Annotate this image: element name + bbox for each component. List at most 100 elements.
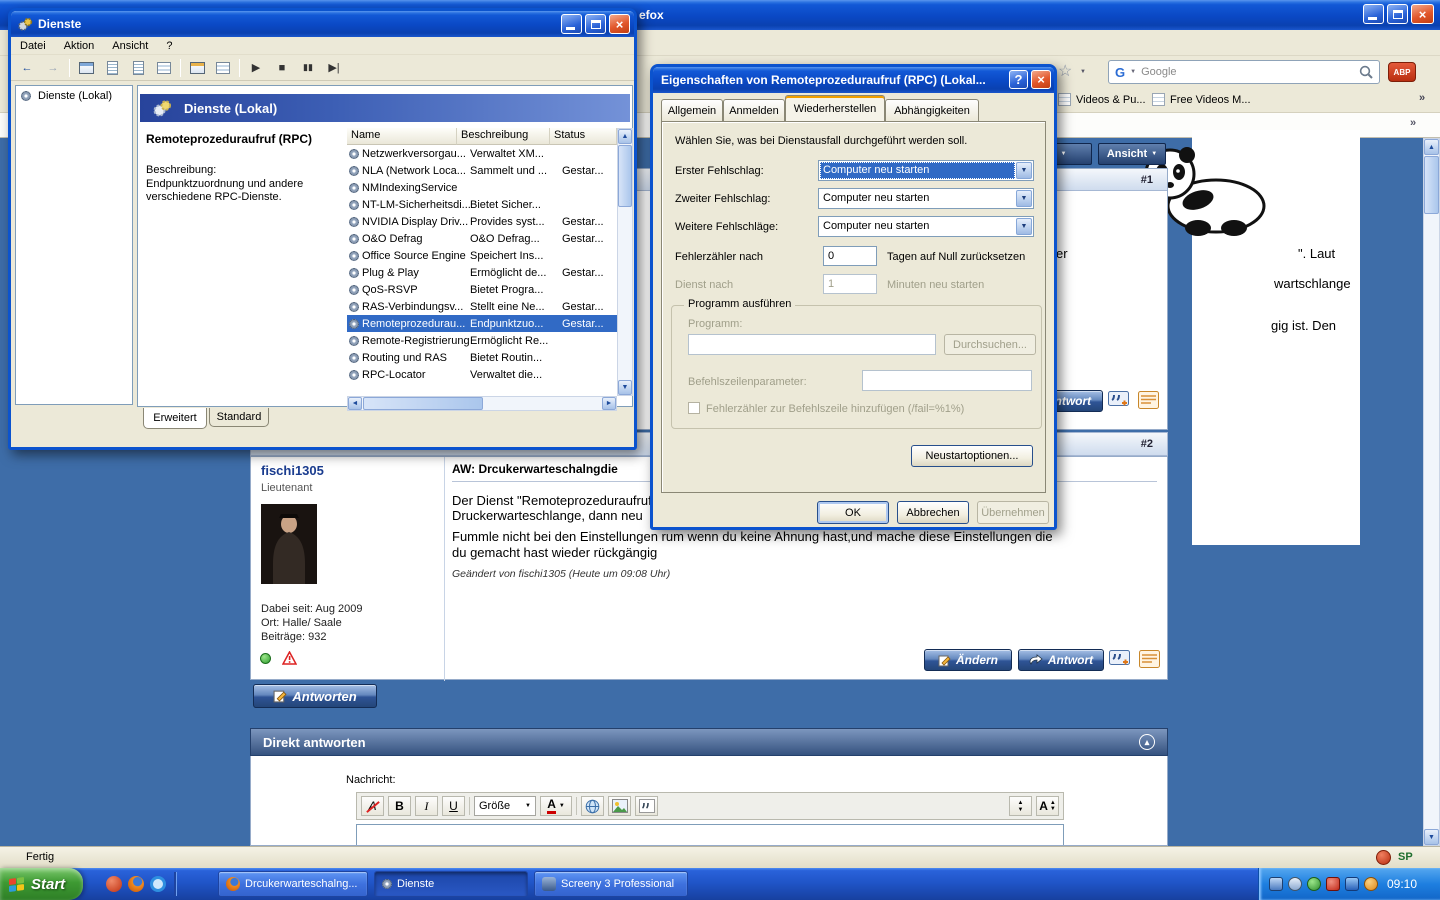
- column-header-status[interactable]: Status: [550, 128, 617, 145]
- font-size-select[interactable]: Größe ▼: [474, 796, 536, 816]
- search-input[interactable]: G ▼ Google: [1108, 60, 1380, 84]
- adblock-plus-icon[interactable]: ABP: [1388, 62, 1416, 82]
- tray-display-icon[interactable]: [1269, 877, 1283, 891]
- quick-reply-icon[interactable]: [1139, 650, 1161, 670]
- bookmarks-overflow-icon[interactable]: »: [1419, 92, 1425, 104]
- post-number[interactable]: #1: [1141, 174, 1153, 186]
- tree-item-services-local[interactable]: Dienste (Lokal): [16, 86, 132, 106]
- tray-update-icon[interactable]: [1307, 877, 1321, 891]
- pause-service-icon[interactable]: ▮▮: [298, 59, 318, 77]
- tab-abhaengigkeiten[interactable]: Abhängigkeiten: [885, 99, 979, 121]
- table-row[interactable]: NMIndexingService: [347, 179, 617, 196]
- second-failure-select[interactable]: Computer neu starten ▼: [818, 188, 1034, 209]
- table-row[interactable]: Netzwerkversorgau... Verwaltet XM...: [347, 145, 617, 162]
- reply-button[interactable]: Antwort: [1018, 649, 1104, 671]
- minimize-icon[interactable]: [561, 14, 582, 34]
- scroll-up-icon[interactable]: ▲: [618, 129, 632, 144]
- tray-messenger-icon[interactable]: [1364, 877, 1378, 891]
- avatar-image[interactable]: [261, 504, 317, 584]
- bookmark-item[interactable]: Free Videos M...: [1152, 93, 1251, 106]
- insert-quote-icon[interactable]: [635, 796, 658, 816]
- menu-hilfe[interactable]: ?: [157, 38, 181, 54]
- stop-service-icon[interactable]: ■: [272, 59, 292, 77]
- multiquote-icon[interactable]: [1109, 650, 1131, 670]
- table-row[interactable]: Remote-Registrierung Ermöglicht Re...: [347, 332, 617, 349]
- table-row[interactable]: Routing und RAS Bietet Routin...: [347, 349, 617, 366]
- dropdown-arrow-icon[interactable]: ▼: [1016, 162, 1032, 179]
- collapse-icon[interactable]: ▴: [1139, 734, 1155, 750]
- close-icon[interactable]: ×: [609, 14, 630, 34]
- column-header-name[interactable]: Name: [347, 128, 457, 145]
- table-row[interactable]: NVIDIA Display Driv... Provides syst... Ge…: [347, 213, 617, 230]
- scroll-down-icon[interactable]: ▼: [1424, 829, 1439, 845]
- first-failure-select[interactable]: Computer neu starten ▼: [818, 160, 1034, 181]
- table-row[interactable]: RPC-Locator Verwaltet die...: [347, 366, 617, 383]
- help-window-icon[interactable]: [187, 59, 207, 77]
- tab-wiederherstellen[interactable]: Wiederherstellen: [785, 95, 885, 121]
- page-scrollbar[interactable]: ▲ ▼: [1423, 138, 1440, 846]
- start-service-icon[interactable]: ▶: [246, 59, 266, 77]
- tab-standard[interactable]: Standard: [209, 408, 269, 427]
- quick-launch-firefox-icon[interactable]: [128, 876, 144, 892]
- quick-reply-icon[interactable]: [1138, 391, 1160, 411]
- tray-volume-icon[interactable]: [1288, 877, 1302, 891]
- italic-icon[interactable]: I: [415, 796, 438, 816]
- dropdown-arrow-icon[interactable]: ▼: [1016, 190, 1032, 207]
- bold-icon[interactable]: B: [388, 796, 411, 816]
- tray-security-icon[interactable]: [1326, 877, 1340, 891]
- help-icon[interactable]: ?: [1009, 70, 1028, 89]
- filter-list-icon[interactable]: [213, 59, 233, 77]
- tab-anmelden[interactable]: Anmelden: [723, 99, 785, 121]
- underline-icon[interactable]: U: [442, 796, 465, 816]
- post-number[interactable]: #2: [1141, 438, 1153, 450]
- menu-ansicht[interactable]: Ansicht: [103, 38, 157, 54]
- bookmark-star-icon[interactable]: ☆: [1058, 61, 1072, 81]
- scroll-down-icon[interactable]: ▼: [618, 380, 632, 395]
- menu-aktion[interactable]: Aktion: [55, 38, 104, 54]
- table-row[interactable]: NT-LM-Sicherheitsdi... Bietet Sicher...: [347, 196, 617, 213]
- multiquote-icon[interactable]: [1108, 391, 1130, 411]
- reset-days-input[interactable]: [823, 246, 877, 266]
- message-textarea[interactable]: [356, 824, 1064, 845]
- table-row[interactable]: Office Source Engine Speichert Ins...: [347, 247, 617, 264]
- font-color-select[interactable]: A ▼: [540, 796, 572, 816]
- search-engine-dropdown-icon[interactable]: ▼: [1130, 69, 1136, 75]
- insert-link-icon[interactable]: [581, 796, 604, 816]
- column-header-beschreibung[interactable]: Beschreibung: [457, 128, 550, 145]
- table-row[interactable]: NLA (Network Loca... Sammelt und ... Gesta…: [347, 162, 617, 179]
- bookmark-item[interactable]: Videos & Pu...: [1058, 93, 1146, 106]
- edit-button[interactable]: Ändern: [924, 649, 1012, 671]
- new-reply-button[interactable]: Antworten: [253, 684, 377, 708]
- show-console-tree-icon[interactable]: [76, 59, 96, 77]
- task-button-forum[interactable]: Drcukerwarteschalng...: [218, 871, 368, 897]
- export-list-icon[interactable]: [154, 59, 174, 77]
- refresh-doc-icon[interactable]: [128, 59, 148, 77]
- subsequent-failures-select[interactable]: Computer neu starten ▼: [818, 216, 1034, 237]
- quick-launch-app-icon[interactable]: [106, 876, 122, 892]
- table-row[interactable]: Plug & Play Ermöglicht de... Gestar...: [347, 264, 617, 281]
- insert-image-icon[interactable]: [608, 796, 631, 816]
- ok-button[interactable]: OK: [817, 501, 889, 524]
- resize-text-icon[interactable]: A ▲ ▼: [1036, 796, 1059, 816]
- menu-datei[interactable]: Datei: [11, 38, 55, 54]
- table-row[interactable]: O&O Defrag O&O Defrag... Gestar...: [347, 230, 617, 247]
- quick-launch-internet-explorer-icon[interactable]: [150, 876, 166, 892]
- restart-service-icon[interactable]: ▶|: [324, 59, 344, 77]
- table-row-selected[interactable]: Remoteprozedurau... Endpunktzuo... Gestar.…: [347, 315, 617, 332]
- tab-erweitert[interactable]: Erweitert: [143, 408, 207, 429]
- search-magnifier-icon[interactable]: [1359, 65, 1373, 79]
- table-row[interactable]: RAS-Verbindungsv... Stellt eine Ne... Gest…: [347, 298, 617, 315]
- scrollbar-thumb[interactable]: [1424, 156, 1439, 214]
- start-button[interactable]: Start: [0, 868, 84, 900]
- scroll-up-icon[interactable]: ▲: [1424, 139, 1439, 155]
- tab-allgemein[interactable]: Allgemein: [661, 99, 723, 121]
- adblock-status-icon[interactable]: [1376, 850, 1391, 865]
- maximize-icon[interactable]: [1387, 4, 1408, 24]
- back-icon[interactable]: ←: [17, 59, 37, 77]
- scrollbar-thumb[interactable]: [618, 145, 632, 207]
- close-icon[interactable]: ×: [1031, 70, 1051, 89]
- forward-icon[interactable]: →: [43, 59, 63, 77]
- report-post-icon[interactable]: [282, 651, 297, 665]
- restart-options-button[interactable]: Neustartoptionen...: [911, 445, 1033, 467]
- expand-editor-icon[interactable]: ▲ ▼: [1009, 796, 1032, 816]
